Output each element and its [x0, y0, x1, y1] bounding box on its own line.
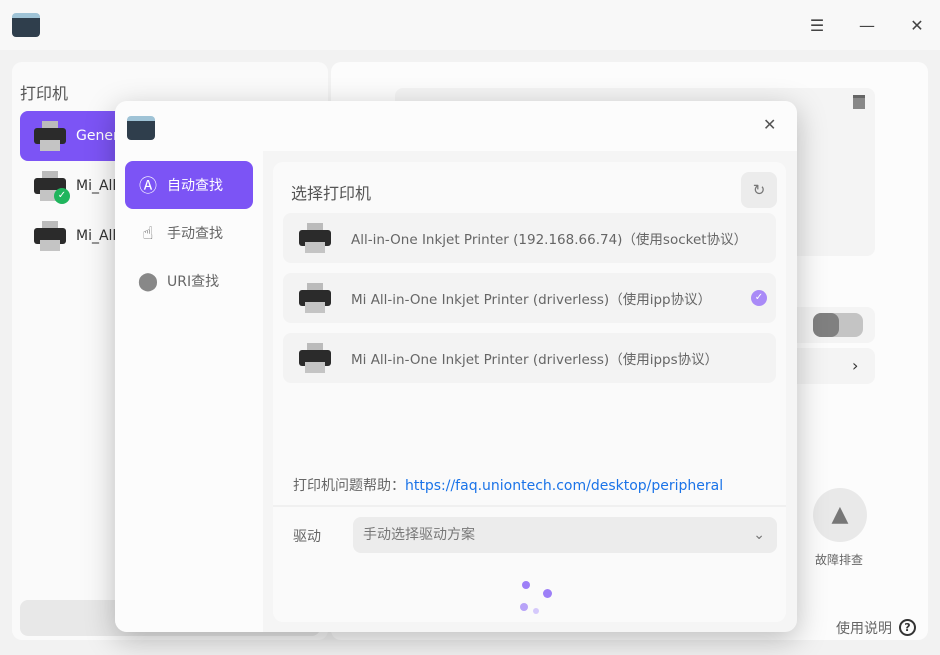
app-logo-icon — [127, 116, 155, 140]
nav-auto-search[interactable]: Ⓐ 自动查找 — [125, 161, 253, 209]
driver-select-value: 手动选择驱动方案 — [363, 527, 475, 543]
troubleshoot-label: 故障排查 — [815, 553, 864, 567]
printer-option-label: All-in-One Inkjet Printer (192.168.66.74… — [351, 232, 748, 248]
driver-label: 驱动 — [293, 529, 321, 545]
nav-label: 自动查找 — [167, 178, 223, 194]
nav-uri-search[interactable]: ⬤ URI查找 — [125, 257, 253, 305]
dialog-header: ✕ — [115, 101, 797, 151]
loading-spinner-icon — [517, 579, 553, 615]
printer-option-label: Mi All-in-One Inkjet Printer (driverless… — [351, 352, 719, 368]
auto-search-icon: Ⓐ — [139, 176, 157, 197]
chevron-down-icon: ⌄ — [753, 527, 765, 543]
search-mode-nav: Ⓐ 自动查找 ☝ 手动查找 ⬤ URI查找 — [115, 151, 263, 632]
printer-name: Mi_All — [76, 228, 117, 244]
location-pin-icon: ⬤ — [137, 270, 159, 292]
selected-check-icon: ✓ — [751, 290, 767, 306]
help-icon[interactable]: ? — [899, 619, 916, 636]
nav-manual-search[interactable]: ☝ 手动查找 — [125, 209, 253, 257]
warning-icon: ▲ — [831, 502, 849, 527]
printer-icon — [299, 342, 331, 374]
printer-option[interactable]: Mi All-in-One Inkjet Printer (driverless… — [283, 333, 776, 383]
default-check-icon: ✓ — [54, 188, 70, 204]
troubleshoot-button[interactable]: ▲ — [813, 488, 867, 542]
refresh-button[interactable]: ↻ — [741, 172, 777, 208]
nav-label: URI查找 — [167, 274, 220, 290]
delete-icon[interactable] — [853, 95, 865, 109]
printer-icon — [34, 120, 66, 152]
printer-icon — [299, 222, 331, 254]
add-printer-dialog: ✕ Ⓐ 自动查找 ☝ 手动查找 ⬤ URI查找 选择打印机 ↻ All-in-One … — [115, 101, 797, 632]
minimize-icon[interactable]: — — [855, 14, 879, 38]
hand-pointer-icon: ☝ — [142, 222, 154, 244]
close-icon[interactable]: ✕ — [905, 14, 929, 38]
printer-name: Gener — [76, 128, 119, 144]
nav-label: 手动查找 — [167, 226, 223, 242]
title-bar: ☰ — ✕ — [0, 0, 940, 50]
driver-select[interactable]: 手动选择驱动方案 ⌄ — [353, 517, 777, 553]
printer-select-card: 选择打印机 ↻ All-in-One Inkjet Printer (192.1… — [273, 162, 786, 622]
printer-icon — [299, 282, 331, 314]
app-logo-icon — [12, 13, 40, 37]
refresh-icon: ↻ — [752, 181, 766, 199]
printer-icon: ✓ — [34, 170, 70, 204]
printer-option-label: Mi All-in-One Inkjet Printer (driverless… — [351, 292, 712, 308]
section-title: 选择打印机 — [291, 184, 372, 203]
printer-list-title: 打印机 — [20, 84, 69, 103]
divider — [273, 505, 786, 507]
help-label[interactable]: 使用说明 — [836, 618, 892, 638]
dialog-close-icon[interactable]: ✕ — [763, 115, 776, 134]
printer-icon — [34, 220, 66, 252]
printer-option[interactable]: All-in-One Inkjet Printer (192.168.66.74… — [283, 213, 776, 263]
toggle-switch[interactable] — [813, 313, 863, 337]
printer-option[interactable]: Mi All-in-One Inkjet Printer (driverless… — [283, 273, 776, 323]
help-prefix: 打印机问题帮助： — [293, 478, 405, 494]
menu-icon[interactable]: ☰ — [805, 14, 829, 38]
printer-name: Mi_All — [76, 178, 117, 194]
help-link[interactable]: https://faq.uniontech.com/desktop/periph… — [405, 478, 723, 494]
chevron-right-icon: › — [852, 356, 859, 375]
